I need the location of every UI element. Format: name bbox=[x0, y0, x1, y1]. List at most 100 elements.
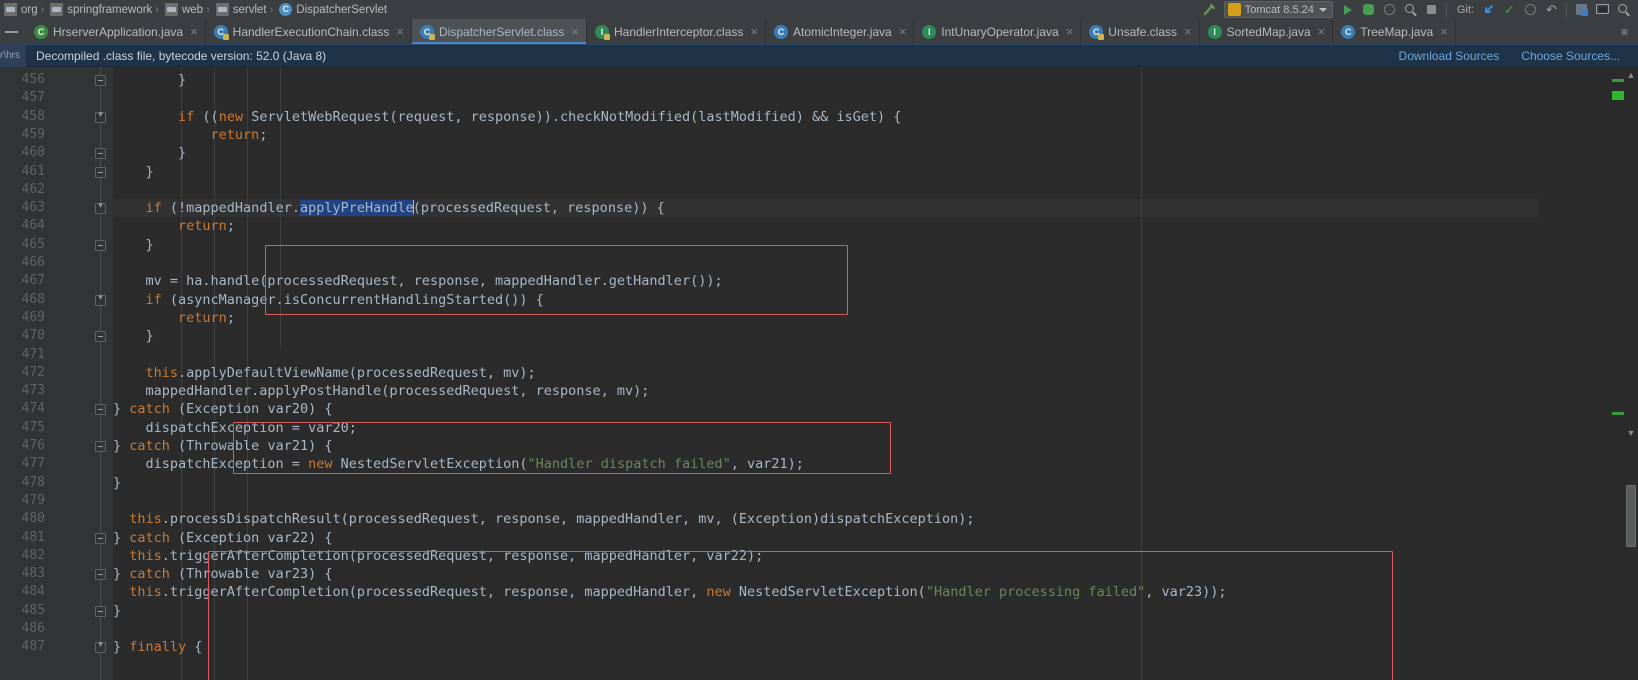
editor-tab-label: HandlerExecutionChain.class bbox=[232, 24, 390, 39]
fold-marker-463[interactable] bbox=[95, 200, 106, 215]
fold-marker-456[interactable] bbox=[95, 75, 106, 86]
main-toolbar: Tomcat 8.5.24 Git: ✓ ↶ bbox=[1199, 0, 1638, 19]
editor-tab-handlerinterceptor-class[interactable]: HandlerInterceptor.class × bbox=[586, 19, 766, 44]
code-line-476: } catch (Throwable var21) { bbox=[113, 438, 333, 454]
close-icon[interactable]: × bbox=[750, 25, 758, 38]
line-number: 463 bbox=[21, 200, 45, 216]
run-configuration-selector[interactable]: Tomcat 8.5.24 bbox=[1223, 1, 1333, 18]
close-icon[interactable]: × bbox=[190, 25, 198, 38]
stripe-marker-0[interactable] bbox=[1612, 79, 1624, 82]
fold-marker-470[interactable] bbox=[95, 331, 106, 343]
close-icon[interactable]: × bbox=[1440, 25, 1448, 38]
fold-marker-468[interactable] bbox=[95, 292, 106, 306]
fold-marker-476[interactable] bbox=[95, 441, 106, 452]
debug-button[interactable] bbox=[1359, 1, 1378, 18]
breadcrumb-item-org[interactable]: org › bbox=[2, 0, 48, 19]
code-line-464: return; bbox=[178, 218, 235, 235]
breadcrumb: org›springframework›web›servlet›Dispatch… bbox=[0, 0, 388, 19]
terminal-icon[interactable] bbox=[1593, 1, 1612, 18]
fold-marker-487[interactable] bbox=[95, 639, 106, 654]
breadcrumb-item-springframework[interactable]: springframework › bbox=[48, 0, 163, 19]
line-number: 485 bbox=[21, 602, 45, 618]
line-number: 456 bbox=[21, 72, 45, 87]
line-number: 469 bbox=[21, 309, 45, 325]
editor-tab-intunaryoperator-java[interactable]: IntUnaryOperator.java × bbox=[914, 19, 1082, 44]
scroll-up-arrow-icon[interactable]: ▲ bbox=[1625, 69, 1637, 81]
class-file-icon bbox=[1089, 24, 1105, 40]
fold-marker-458[interactable] bbox=[95, 109, 106, 123]
package-icon bbox=[50, 3, 64, 16]
tab-list-options-button[interactable]: ≡ bbox=[1611, 19, 1638, 44]
scroll-down-arrow-icon[interactable]: ▼ bbox=[1625, 427, 1637, 439]
run-configuration-label: Tomcat 8.5.24 bbox=[1244, 3, 1314, 16]
editor-tab-handlerexecutionchain-class[interactable]: HandlerExecutionChain.class × bbox=[205, 19, 412, 44]
interface-file-icon bbox=[1207, 24, 1222, 39]
close-icon[interactable]: × bbox=[1066, 25, 1074, 38]
history-clock-icon[interactable] bbox=[1521, 1, 1540, 18]
download-sources-link[interactable]: Download Sources bbox=[1399, 49, 1500, 63]
close-icon[interactable]: × bbox=[571, 25, 579, 38]
build-hammer-icon[interactable] bbox=[1200, 1, 1219, 18]
run-with-coverage-button[interactable] bbox=[1380, 1, 1399, 18]
editor-tab-atomicinteger-java[interactable]: AtomicInteger.java × bbox=[765, 19, 915, 44]
breadcrumb-item-servlet[interactable]: servlet › bbox=[214, 0, 278, 19]
error-stripe-marker-bar[interactable] bbox=[1612, 67, 1624, 680]
line-number: 468 bbox=[21, 291, 45, 307]
update-project-icon[interactable] bbox=[1479, 1, 1498, 18]
close-icon[interactable]: × bbox=[1184, 25, 1192, 38]
fold-marker-481[interactable] bbox=[95, 532, 106, 544]
code-line-472: this.applyDefaultViewName(processedReque… bbox=[145, 364, 536, 381]
database-icon[interactable] bbox=[1572, 1, 1591, 18]
close-icon[interactable]: × bbox=[396, 25, 404, 38]
banner-message: Decompiled .class file, bytecode version… bbox=[36, 48, 327, 63]
tool-window-stripe[interactable] bbox=[0, 19, 26, 44]
stop-button[interactable] bbox=[1422, 1, 1441, 18]
code-line-484: this.triggerAfterCompletion(processedReq… bbox=[129, 584, 1227, 601]
profile-button[interactable] bbox=[1401, 1, 1420, 18]
editor-tab-treemap-java[interactable]: TreeMap.java × bbox=[1333, 19, 1456, 44]
line-number: 472 bbox=[21, 364, 45, 380]
close-icon[interactable]: × bbox=[899, 25, 907, 38]
stripe-marker-2[interactable] bbox=[1612, 412, 1624, 415]
code-text-area[interactable]: } if ((new ServletWebRequest(request, re… bbox=[113, 67, 1638, 680]
editor-tab-hrserverapplication-java[interactable]: HrserverApplication.java × bbox=[26, 19, 206, 44]
code-line-469: return; bbox=[178, 309, 235, 326]
breadcrumb-item-dispatcherservlet[interactable]: DispatcherServlet bbox=[277, 0, 388, 19]
scrollbar-thumb[interactable] bbox=[1626, 485, 1636, 547]
vertical-scrollbar[interactable]: ▲ ▼ bbox=[1624, 67, 1638, 680]
editor-tab-label: HrserverApplication.java bbox=[53, 24, 184, 39]
fold-marker-485[interactable] bbox=[95, 605, 106, 617]
line-number: 460 bbox=[21, 145, 45, 161]
commit-check-icon[interactable]: ✓ bbox=[1500, 1, 1519, 18]
editor-tab-label: SortedMap.java bbox=[1226, 24, 1311, 39]
code-line-480: this.processDispatchResult(processedRequ… bbox=[129, 511, 975, 528]
close-icon[interactable]: × bbox=[1318, 25, 1326, 38]
breadcrumb-item-web[interactable]: web › bbox=[163, 0, 214, 19]
code-line-475: dispatchException = var20; bbox=[113, 419, 357, 436]
editor-tab-label: AtomicInteger.java bbox=[792, 24, 892, 39]
fold-marker-460[interactable] bbox=[95, 148, 106, 160]
code-editor[interactable]: 456 457 458 459 460 461 462 463 464 465 466 467 468 4… bbox=[0, 67, 1638, 680]
line-number: 486 bbox=[21, 621, 45, 636]
editor-tab-sortedmap-java[interactable]: SortedMap.java × bbox=[1199, 19, 1334, 44]
code-line-483: } catch (Throwable var23) { bbox=[113, 566, 333, 583]
editor-gutter[interactable]: 456 457 458 459 460 461 462 463 464 465 466 467 468 4… bbox=[0, 67, 113, 680]
fold-marker-483[interactable] bbox=[95, 569, 106, 581]
fold-marker-465[interactable] bbox=[95, 239, 106, 251]
breadcrumb-separator-icon: › bbox=[40, 3, 45, 16]
run-button[interactable] bbox=[1338, 1, 1357, 18]
code-line-470: } bbox=[113, 328, 154, 345]
fold-marker-461[interactable] bbox=[95, 166, 106, 178]
choose-sources-link[interactable]: Choose Sources... bbox=[1521, 49, 1620, 63]
search-everywhere-icon[interactable] bbox=[1614, 1, 1633, 18]
stripe-marker-1[interactable] bbox=[1612, 91, 1624, 100]
fold-marker-474[interactable] bbox=[95, 404, 106, 416]
line-number: 471 bbox=[21, 346, 45, 362]
banner-gutter-path: r\hrs bbox=[0, 44, 26, 67]
code-line-461: } bbox=[113, 163, 154, 180]
package-icon bbox=[164, 3, 178, 16]
editor-tab-dispatcherservlet-class[interactable]: DispatcherServlet.class × bbox=[412, 19, 587, 44]
rollback-undo-icon[interactable]: ↶ bbox=[1542, 1, 1561, 18]
editor-tab-unsafe-class[interactable]: Unsafe.class × bbox=[1081, 19, 1200, 44]
toolbar-divider bbox=[1445, 2, 1447, 17]
